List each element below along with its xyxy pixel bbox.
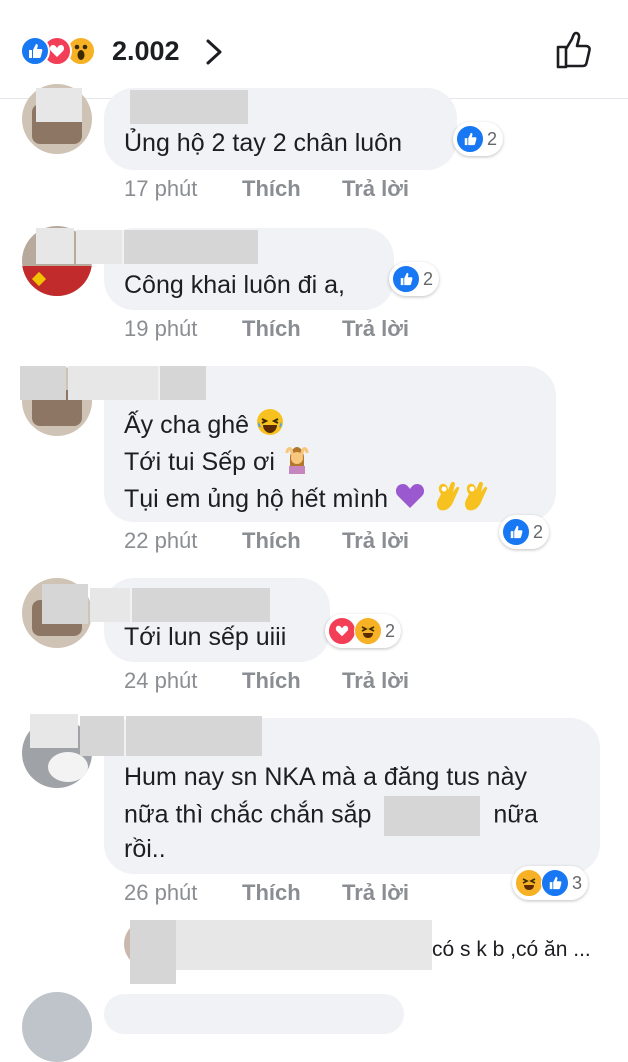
like-link[interactable]: Thích [242, 176, 301, 202]
comment-text-line: nữa thì chắc chắn sắp nữa [124, 796, 538, 836]
redacted-name [76, 230, 122, 264]
comment-time: 26 phút [124, 880, 198, 905]
comment-text: Ủng hộ 2 tay 2 chân luôn [124, 129, 402, 157]
comment-reaction-badge[interactable]: 3 [512, 866, 589, 900]
redacted-name [80, 716, 124, 756]
comment-text: nữa [493, 800, 538, 829]
haha-reaction-icon [515, 869, 543, 897]
comment-reaction-badge[interactable]: 2 [453, 122, 504, 156]
redacted-name [68, 366, 158, 400]
reaction-count: 2 [487, 128, 498, 149]
redacted-name [124, 230, 258, 264]
next-comment-avatar [22, 992, 92, 1062]
comment-text: Tới tui Sếp ơi [124, 448, 275, 477]
reply-link[interactable]: Trả lời [342, 880, 409, 906]
comment-text: Hum nay sn NKA mà a đăng tus này [124, 763, 527, 791]
comment-text: nữa thì chắc chắn sắp [124, 800, 372, 829]
redacted-name [36, 228, 74, 264]
redacted-name [36, 88, 82, 122]
comment-text: Công khai luôn đi a, [124, 271, 345, 299]
redacted-name [90, 588, 130, 622]
reply-link[interactable]: Trả lời [342, 176, 409, 202]
like-reaction-icon [502, 518, 530, 546]
ok-hand-emoji-icon [460, 480, 488, 521]
reply-link[interactable]: Trả lời [342, 668, 409, 694]
redacted-name [30, 714, 78, 748]
comment-time: 17 phút [124, 176, 198, 201]
reply-preview-text: có s k b ,có ăn ... [432, 938, 591, 961]
like-link[interactable]: Thích [242, 528, 301, 554]
comment-reaction-badge[interactable]: 2 [499, 515, 550, 549]
like-reaction-icon [541, 869, 569, 897]
comment-time: 22 phút [124, 528, 198, 553]
reaction-count: 2 [423, 268, 434, 289]
redacted-name [20, 366, 66, 400]
comment-reaction-badge[interactable]: 2 [325, 614, 402, 648]
like-reaction-icon [392, 265, 420, 293]
like-link[interactable]: Thích [242, 316, 301, 342]
like-link[interactable]: Thích [242, 880, 301, 906]
redacted-name [130, 920, 176, 984]
love-reaction-icon [328, 617, 356, 645]
haha-reaction-icon [354, 617, 382, 645]
reaction-count: 2 [533, 521, 544, 542]
reaction-count: 3 [572, 872, 583, 893]
redacted-text [384, 796, 481, 836]
woman-gesturing-ok-emoji-icon [282, 444, 312, 483]
comment-text: Ấy cha ghê [124, 411, 250, 440]
comment-text-line: Ấy cha ghê [124, 408, 284, 445]
comment-text: Tới lun sếp uiii [124, 623, 287, 651]
comment-text: rồi.. [124, 835, 166, 863]
comment-reaction-badge[interactable]: 2 [389, 262, 440, 296]
next-comment-bubble [104, 994, 404, 1034]
redacted-name [132, 588, 270, 622]
like-reaction-icon [456, 125, 484, 153]
redacted-name [130, 90, 248, 124]
reply-link[interactable]: Trả lời [342, 316, 409, 342]
purple-heart-emoji-icon [395, 482, 425, 519]
redacted-name [176, 920, 432, 970]
redacted-name [42, 584, 88, 624]
reply-link[interactable]: Trả lời [342, 528, 409, 554]
redacted-name [126, 716, 262, 756]
like-link[interactable]: Thích [242, 668, 301, 694]
comment-time: 24 phút [124, 668, 198, 693]
ok-hand-emoji-icon [432, 480, 460, 521]
reaction-count: 2 [385, 620, 396, 641]
redacted-name [160, 366, 206, 400]
comment-text-line: Tụi em ủng hộ hết mình [124, 480, 488, 521]
like-reaction-icon [20, 36, 50, 66]
laughing-tears-emoji-icon [256, 408, 284, 445]
comment-text: Tụi em ủng hộ hết mình [124, 485, 389, 514]
comment-text-line: Tới tui Sếp ơi [124, 444, 312, 483]
comment-time: 19 phút [124, 316, 198, 341]
